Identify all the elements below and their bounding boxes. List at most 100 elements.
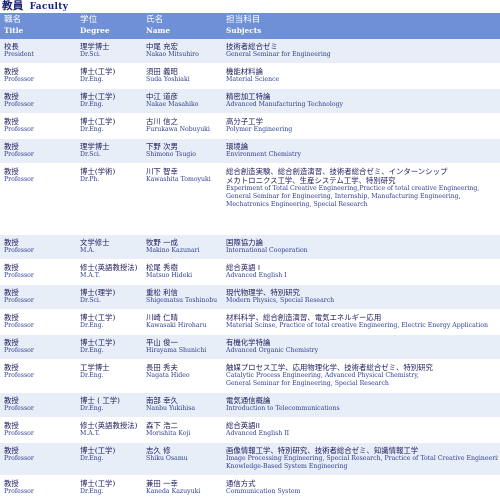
title-jp: 教授 [4,92,19,101]
degree-en: Dr.Eng. [80,76,104,83]
cell-title: 教授 Professor [4,263,76,280]
name-jp: 長田 秀夫 [146,363,178,372]
name-en: Shigematsu Toshinobu [146,297,218,304]
degree-jp: 博士(工学) [80,479,116,488]
cell-subjects: 材料科学、総合創造演習、電気エネルギー応用 Material Scinse, Pr… [226,313,498,330]
degree-en: M.A.T. [80,430,100,437]
cell-title: 教授 Professor [4,238,76,255]
cell-degree: 文学修士 M.A. [80,238,142,255]
degree-jp: 修士(英語教授法) [80,421,138,430]
title-jp: 教授 [4,263,19,272]
name-en: Nanbu Yukihisa [146,405,196,412]
name-jp: 重松 利信 [146,288,178,297]
cell-name: 中江 道彦 Nakae Masahiko [146,92,220,109]
title-jp: 教授 [4,338,19,347]
cell-degree: 博士(工学) Dr.Eng. [80,479,142,496]
cell-subjects: 画像情報工学、特別研究、技術者総合ゼミ、知識情報工学 Image Processi… [226,446,498,471]
cell-degree: 博士(理学) Dr.Sci. [80,288,142,305]
cell-name: 平山 俊一 Hirayama Shunichi [146,338,220,355]
name-jp: 南部 幸久 [146,396,178,405]
degree-jp: 博士(工学) [80,67,116,76]
cell-degree: 理学博士 Dr.Sci. [80,142,142,159]
heading-jp: 教員 [2,0,24,12]
subject-en-line: Material Scinse, Practice of total creat… [226,322,488,329]
cell-name: 南部 幸久 Nanbu Yukihisa [146,396,220,413]
name-jp: 平山 俊一 [146,338,178,347]
title-jp: 教授 [4,363,19,372]
header-name-en: Name [146,26,171,35]
table-row: 教授 Professor 博士(理学) Dr.Sci. 重松 利信 Shigematsu … [0,285,500,310]
cell-name: 川崎 仁晴 Kawasaki Hiroharu [146,313,220,330]
header-title: 職名 Title [4,13,76,36]
subject-en-line: Material Science [226,76,280,83]
subject-jp-line: 総合創造実験、総合創造演習、技術者総合ゼミ、インターンシップ [226,167,448,176]
name-jp: 下野 次男 [146,142,178,151]
name-en: Kawashita Tomoyuki [146,176,211,183]
name-jp: 中江 道彦 [146,92,178,101]
subject-jp-line: メカトロニクス工学、生産システム工学、特別研究 [226,176,396,185]
header-subjects: 担当科目 Subjects [226,13,498,36]
subject-jp-line: 総合英語 I [226,263,261,272]
header-degree-jp: 学位 [80,15,98,25]
title-en: Professor [4,405,34,412]
table-row: 教授 Professor 修士(英語教授法) M.A.T. 森下 浩二 Morishita… [0,418,500,443]
subject-en-line: Introduction to Telecommunications [226,405,340,412]
cell-name: 牧野 一成 Makino Kazunari [146,238,220,255]
degree-en: Dr.Ph. [80,176,100,183]
subject-jp-line: 材料科学、総合創造演習、電気エネルギー応用 [226,313,382,322]
name-en: Nakae Masahiko [146,101,199,108]
subject-en-line: General Seminar for Engineering [226,51,331,58]
degree-jp: 理学博士 [80,142,110,151]
cell-name: 森下 浩二 Morishita Koji [146,421,220,438]
degree-en: Dr.Eng. [80,455,104,462]
subject-jp-line: 機能材料論 [226,67,263,76]
subject-en-line: Environment Chemistry [226,151,301,158]
degree-jp: 文学修士 [80,238,110,247]
cell-subjects: 現代物理学、特別研究 Modern Physics, Special Resear… [226,288,498,305]
degree-en: Dr.Eng. [80,372,104,379]
table-row: 教授 Professor 博士(工学) Dr.Eng. 古川 信之 Furukawa No… [0,114,500,139]
name-en: Shiku Osamu [146,455,188,462]
degree-jp: 修士(英語教授法) [80,263,138,272]
cell-subjects: 機能材料論 Material Science [226,67,498,84]
degree-en: Dr.Eng. [80,488,104,495]
name-en: Makino Kazunari [146,247,200,254]
cell-name: 下野 次男 Shimono Tsugio [146,142,220,159]
cell-degree: 博士(工学) Dr.Eng. [80,446,142,463]
cell-degree: 博士(工学) Dr.Eng. [80,67,142,84]
degree-en: Dr.Sci. [80,297,101,304]
header-degree-en: Degree [80,26,110,35]
faculty-table-body: 校長 President 理学博士 Dr.Sci. 中尾 充宏 Nakao Mitsuhi… [0,39,500,498]
title-en: Professor [4,347,34,354]
table-row: 教授 Professor 博士(工学) Dr.Eng. 兼田 一幸 Kaneda Kazu… [0,476,500,498]
title-en: Professor [4,488,34,495]
subject-en-line: Advanced English II [226,430,290,437]
cell-title: 教授 Professor [4,67,76,84]
degree-en: Dr.Sci. [80,51,101,58]
title-en: Professor [4,430,34,437]
cell-degree: 修士(英語教授法) M.A.T. [80,421,142,438]
header-degree: 学位 Degree [80,13,142,36]
table-row: 教授 Professor 博士(工学) Dr.Eng. 須田 義昭 Suda Yoshia… [0,64,500,89]
degree-jp: 博士(工学) [80,92,116,101]
subject-en-line: General Seminar for Engineering, Special… [226,380,389,387]
name-jp: 牧野 一成 [146,238,178,247]
subject-jp-line: 有機化学特論 [226,338,271,347]
cell-subjects: 電気通信概論 Introduction to Telecommunications [226,396,498,413]
cell-degree: 博士(工学) Dr.Eng. [80,338,142,355]
table-row: 教授 Professor 理学博士 Dr.Sci. 下野 次男 Shimono Tsugi… [0,139,500,164]
subject-en-line: Catalytic Process Engineering, Advanced … [226,372,419,379]
title-jp: 教授 [4,421,19,430]
name-en: Matsuo Hideki [146,272,193,279]
title-en: Professor [4,247,34,254]
cell-title: 教授 Professor [4,421,76,438]
cell-name: 志久 修 Shiku Osamu [146,446,220,463]
title-jp: 教授 [4,479,19,488]
degree-jp: 博士(理学) [80,288,116,297]
degree-jp: 博士(学術) [80,167,116,176]
table-header: 職名 Title 学位 Degree 氏名 Name 担当科目 Subjects [0,13,500,39]
cell-title: 教授 Professor [4,313,76,330]
name-en: Kawasaki Hiroharu [146,322,207,329]
name-en: Shimono Tsugio [146,151,196,158]
name-en: Furukawa Nobuyuki [146,126,210,133]
